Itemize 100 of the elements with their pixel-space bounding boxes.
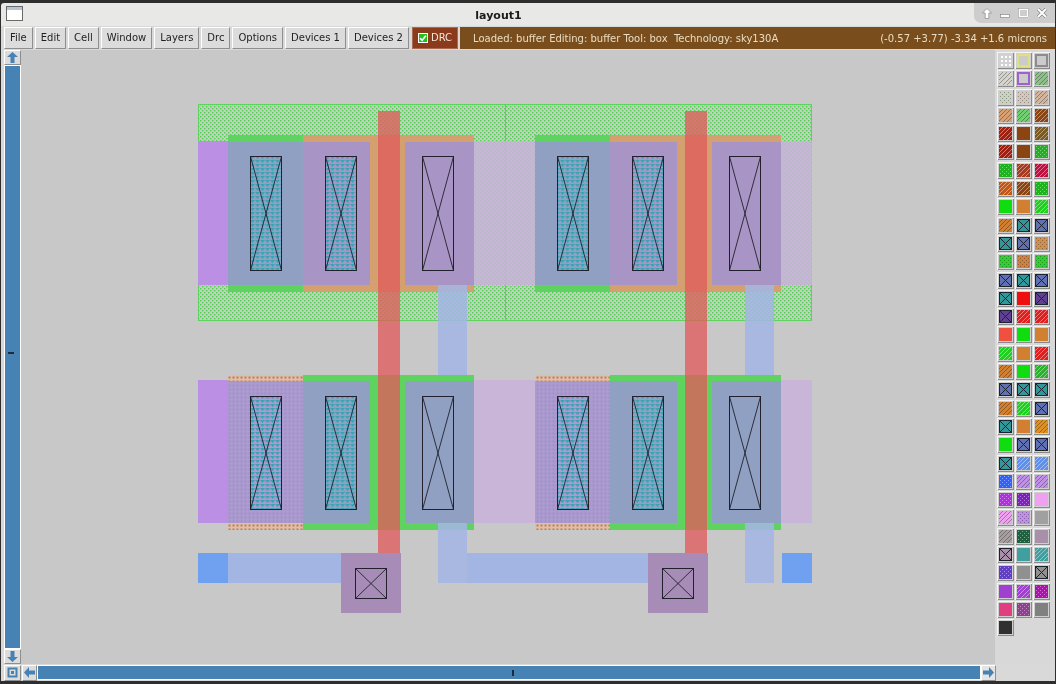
up-arrow-icon[interactable] [982, 7, 992, 19]
scroll-left-button[interactable] [22, 664, 37, 681]
layer-swatch-icon[interactable] [1015, 509, 1032, 527]
layer-swatch-icon[interactable] [1015, 52, 1032, 69]
layer-swatch-icon[interactable] [1015, 454, 1032, 472]
layer-swatch-icon[interactable] [1015, 308, 1032, 326]
layer-swatch-icon[interactable] [1015, 491, 1032, 509]
layer-swatch-icon[interactable] [1015, 216, 1032, 234]
checkbox-icon[interactable] [417, 33, 428, 43]
layer-swatch-icon[interactable] [1033, 363, 1050, 381]
menu-button[interactable]: Cell [68, 27, 99, 49]
scroll-down-button[interactable] [4, 649, 21, 664]
menu-button[interactable]: Options [232, 27, 284, 49]
layer-swatch-icon[interactable] [1033, 381, 1050, 399]
layer-swatch-icon[interactable] [997, 198, 1014, 216]
layer-swatch-icon[interactable] [1015, 436, 1032, 454]
layer-swatch-icon[interactable] [997, 70, 1014, 88]
layer-swatch-icon[interactable] [1033, 600, 1050, 618]
layer-swatch-icon[interactable] [997, 88, 1014, 106]
layer-swatch-icon[interactable] [1015, 417, 1032, 435]
layer-swatch-icon[interactable] [1015, 289, 1032, 307]
layer-swatch-icon[interactable] [997, 381, 1014, 399]
layer-swatch-icon[interactable] [1033, 106, 1050, 124]
layer-swatch-icon[interactable] [997, 234, 1014, 252]
layer-swatch-icon[interactable] [1033, 143, 1050, 161]
layer-swatch-icon[interactable] [997, 472, 1014, 490]
vertical-scrollbar[interactable] [4, 65, 21, 649]
layer-swatch-icon[interactable] [1033, 326, 1050, 344]
layer-swatch-icon[interactable] [997, 253, 1014, 271]
layer-swatch-icon[interactable] [1033, 125, 1050, 143]
layer-swatch-icon[interactable] [1033, 198, 1050, 216]
layer-swatch-icon[interactable] [1033, 564, 1050, 582]
layer-swatch-icon[interactable] [1015, 271, 1032, 289]
layer-swatch-icon[interactable] [1033, 582, 1050, 600]
layer-swatch-icon[interactable] [1033, 491, 1050, 509]
layer-swatch-icon[interactable] [997, 546, 1014, 563]
close-icon[interactable] [1037, 8, 1047, 18]
layer-swatch-icon[interactable] [997, 344, 1014, 362]
layer-swatch-icon[interactable] [1033, 509, 1050, 527]
layer-swatch-icon[interactable] [997, 125, 1014, 143]
layer-swatch-icon[interactable] [1015, 161, 1032, 179]
layer-swatch-icon[interactable] [1015, 125, 1032, 143]
layer-swatch-icon[interactable] [1015, 88, 1032, 106]
zoom-box-button[interactable] [4, 664, 21, 681]
layer-swatch-icon[interactable] [1015, 70, 1032, 88]
minimize-icon[interactable] [1000, 14, 1010, 18]
layer-swatch-icon[interactable] [997, 216, 1014, 234]
layer-swatch-icon[interactable] [997, 52, 1014, 69]
layer-swatch-icon[interactable] [997, 399, 1014, 417]
layer-swatch-icon[interactable] [1033, 70, 1050, 88]
layer-swatch-icon[interactable] [997, 143, 1014, 161]
layer-swatch-icon[interactable] [1033, 344, 1050, 362]
layer-swatch-icon[interactable] [1015, 546, 1032, 563]
layer-swatch-icon[interactable] [997, 180, 1014, 198]
layer-swatch-icon[interactable] [997, 564, 1014, 582]
scroll-up-button[interactable] [4, 50, 21, 65]
scroll-right-button[interactable] [981, 664, 996, 681]
layer-swatch-icon[interactable] [1033, 417, 1050, 435]
layer-swatch-icon[interactable] [997, 363, 1014, 381]
layer-swatch-icon[interactable] [1033, 216, 1050, 234]
horizontal-scrollbar[interactable] [37, 665, 981, 680]
layer-swatch-icon[interactable] [1015, 180, 1032, 198]
layer-swatch-icon[interactable] [997, 491, 1014, 509]
layer-swatch-icon[interactable] [1015, 143, 1032, 161]
menu-button[interactable]: Edit [34, 27, 67, 49]
layer-swatch-icon[interactable] [997, 289, 1014, 307]
layer-swatch-icon[interactable] [1015, 234, 1032, 252]
layer-swatch-icon[interactable] [1015, 253, 1032, 271]
layer-swatch-icon[interactable] [1015, 564, 1032, 582]
drc-toggle[interactable]: DRC [411, 27, 459, 49]
layer-swatch-icon[interactable] [1033, 472, 1050, 490]
layer-swatch-icon[interactable] [1033, 88, 1050, 106]
layer-swatch-icon[interactable] [1033, 180, 1050, 198]
menu-button[interactable]: Drc [201, 27, 231, 49]
menu-button[interactable]: File [4, 27, 33, 49]
layer-swatch-icon[interactable] [1015, 326, 1032, 344]
layer-swatch-icon[interactable] [1015, 344, 1032, 362]
menu-button[interactable]: Layers [154, 27, 200, 49]
layer-swatch-icon[interactable] [1015, 399, 1032, 417]
layer-swatch-icon[interactable] [1015, 363, 1032, 381]
layer-swatch-icon[interactable] [997, 454, 1014, 472]
menu-button[interactable]: Devices 2 [348, 27, 409, 49]
layer-swatch-icon[interactable] [1033, 546, 1050, 563]
layer-swatch-icon[interactable] [997, 527, 1014, 545]
layer-swatch-icon[interactable] [1015, 106, 1032, 124]
layer-swatch-icon[interactable] [1033, 52, 1050, 69]
layer-swatch-icon[interactable] [1033, 308, 1050, 326]
layer-swatch-icon[interactable] [997, 271, 1014, 289]
layer-swatch-icon[interactable] [1033, 436, 1050, 454]
layer-swatch-icon[interactable] [1033, 527, 1050, 545]
layer-swatch-icon[interactable] [997, 509, 1014, 527]
layer-swatch-icon[interactable] [1015, 600, 1032, 618]
layer-swatch-icon[interactable] [1033, 454, 1050, 472]
menu-button[interactable]: Window [100, 27, 153, 49]
layer-swatch-icon[interactable] [997, 436, 1014, 454]
menu-button[interactable]: Devices 1 [285, 27, 346, 49]
layer-swatch-icon[interactable] [997, 582, 1014, 600]
layer-swatch-icon[interactable] [1033, 234, 1050, 252]
layer-swatch-icon[interactable] [1015, 381, 1032, 399]
layer-swatch-icon[interactable] [997, 417, 1014, 435]
